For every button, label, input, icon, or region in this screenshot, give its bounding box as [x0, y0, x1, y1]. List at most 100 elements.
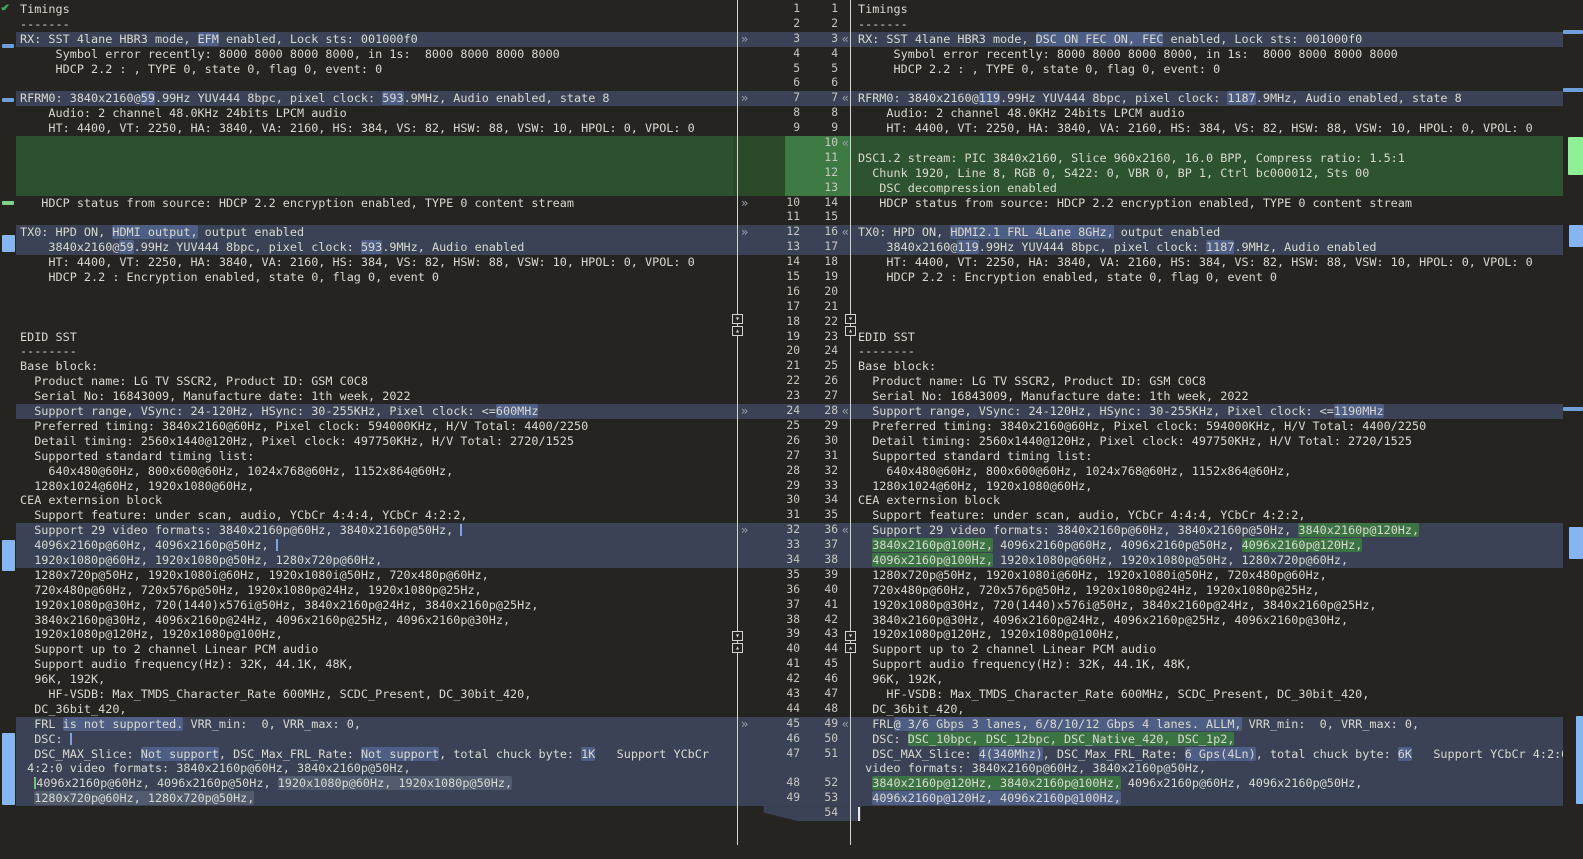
scrollmap-marker[interactable] — [1569, 527, 1583, 559]
code-line[interactable]: Supported standard timing list: — [851, 449, 1563, 464]
code-line[interactable]: HDCP status from source: HDCP 2.2 encryp… — [851, 196, 1563, 211]
code-line[interactable]: CEA externsion block — [16, 493, 733, 508]
code-line[interactable]: 1920x1080p@60Hz, 1920x1080p@50Hz, 1280x7… — [16, 552, 733, 568]
code-line[interactable]: RX: SST 4lane HBR3 mode, DSC ON FEC ON, … — [851, 31, 1563, 47]
code-line[interactable]: Support up to 2 channel Linear PCM audio — [16, 642, 733, 657]
code-line[interactable]: 1920x1080p@120Hz, 1920x1080p@100Hz, — [851, 627, 1563, 642]
change-marker[interactable] — [2, 235, 15, 252]
code-line[interactable]: 1920x1080p@30Hz, 720(1440)x576i@50Hz, 38… — [16, 598, 733, 613]
code-line[interactable]: DSC_MAX_Slice: Not support, DSC_Max_FRL_… — [16, 746, 733, 762]
code-line[interactable]: 3840x2160@119.99Hz YUV444 8bpc, pixel cl… — [851, 240, 1563, 256]
scrollmap-marker[interactable] — [1563, 88, 1583, 92]
code-line[interactable]: EDID SST — [16, 330, 733, 345]
code-line[interactable]: FRL@ 3/6 Gbps 3 lanes, 6/8/10/12 Gbps 4 … — [851, 716, 1563, 732]
fold-region-icon[interactable]: ▾ — [732, 631, 743, 641]
fold-region-icon[interactable]: ▾ — [732, 314, 743, 324]
left-editor-pane[interactable]: Timings ------- RX: SST 4lane HBR3 mode, E… — [16, 0, 733, 859]
code-line[interactable]: 640x480@60Hz, 800x600@60Hz, 1024x768@60H… — [851, 464, 1563, 479]
fold-region-icon[interactable]: ▴ — [845, 643, 856, 653]
code-line[interactable]: 1280x720p@50Hz, 1920x1080i@60Hz, 1920x10… — [16, 568, 733, 583]
code-line[interactable]: Support audio frequency(Hz): 32K, 44.1K,… — [851, 657, 1563, 672]
right-scroll-ruler[interactable] — [1563, 0, 1583, 859]
code-line[interactable]: -------- — [16, 344, 733, 359]
code-line[interactable]: 640x480@60Hz, 800x600@60Hz, 1024x768@60H… — [16, 464, 733, 479]
code-line[interactable] — [851, 76, 1563, 91]
code-line[interactable]: 4096x2160p@60Hz, 4096x2160p@50Hz, 1920x1… — [16, 776, 733, 792]
code-line[interactable]: RFRM0: 3840x2160@119.99Hz YUV444 8bpc, p… — [851, 91, 1563, 107]
code-line[interactable]: 720x480p@60Hz, 720x576p@50Hz, 1920x1080p… — [851, 583, 1563, 598]
code-line[interactable]: 4:2:0 video formats: 3840x2160p@60Hz, 38… — [16, 761, 733, 777]
code-line[interactable]: RFRM0: 3840x2160@59.99Hz YUV444 8bpc, pi… — [16, 91, 733, 107]
code-line[interactable]: 1280x720p@50Hz, 1920x1080i@60Hz, 1920x10… — [851, 568, 1563, 583]
code-line[interactable]: 4096x2160p@60Hz, 4096x2160p@50Hz, — [16, 538, 733, 553]
right-editor-pane[interactable]: Timings ------- RX: SST 4lane HBR3 mode, D… — [851, 0, 1563, 859]
fold-region-icon[interactable]: ▴ — [732, 643, 743, 653]
scrollmap-marker[interactable] — [1563, 407, 1583, 411]
code-line[interactable]: HF-VSDB: Max_TMDS_Character_Rate 600MHz,… — [16, 687, 733, 702]
code-line[interactable]: HT: 4400, VT: 2250, HA: 3840, VA: 2160, … — [16, 121, 733, 136]
code-line[interactable]: Audio: 2 channel 48.0KHz 24bits LPCM aud… — [851, 106, 1563, 121]
code-line[interactable]: Support 29 video formats: 3840x2160p@60H… — [16, 523, 733, 539]
code-line[interactable]: Support range, VSync: 24-120Hz, HSync: 3… — [16, 404, 733, 419]
code-line[interactable]: DSC decompression enabled — [851, 180, 1563, 196]
code-line[interactable]: Audio: 2 channel 48.0KHz 24bits LPCM aud… — [16, 106, 733, 121]
change-marker[interactable] — [2, 98, 14, 102]
scrollmap-marker[interactable] — [1569, 225, 1583, 247]
code-line[interactable] — [851, 136, 1563, 151]
code-line[interactable]: HDCP 2.2 : , TYPE 0, state 0, flag 0, ev… — [16, 62, 733, 77]
code-line[interactable] — [16, 180, 733, 196]
code-line[interactable]: Chunk 1920, Line 8, RGB 0, S422: 0, VBR … — [851, 165, 1563, 181]
code-line[interactable]: Preferred timing: 3840x2160@60Hz, Pixel … — [851, 419, 1563, 434]
code-line[interactable]: Support range, VSync: 24-120Hz, HSync: 3… — [851, 404, 1563, 419]
code-line[interactable]: Serial No: 16843009, Manufacture date: 1… — [851, 389, 1563, 404]
code-line[interactable]: ------- — [16, 17, 733, 32]
code-line[interactable]: Detail timing: 2560x1440@120Hz, Pixel cl… — [851, 434, 1563, 449]
code-line[interactable]: TX0: HPD ON, HDMI output, output enabled — [16, 225, 733, 241]
scrollmap-marker[interactable] — [1568, 137, 1583, 175]
code-line[interactable]: 720x480p@60Hz, 720x576p@50Hz, 1920x1080p… — [16, 583, 733, 598]
code-line[interactable] — [16, 150, 733, 166]
code-line[interactable] — [16, 806, 733, 821]
code-line[interactable]: 96K, 192K, — [16, 672, 733, 687]
code-line[interactable]: Timings — [851, 2, 1563, 17]
code-line[interactable]: 3840x2160p@100Hz, 4096x2160p@60Hz, 4096x… — [851, 538, 1563, 553]
code-line[interactable]: HDCP status from source: HDCP 2.2 encryp… — [16, 196, 733, 211]
code-line[interactable]: DSC: DSC_10bpc, DSC_12bpc, DSC_Native_42… — [851, 731, 1563, 747]
code-line[interactable]: FRL is not supported. VRR_min: 0, VRR_ma… — [16, 716, 733, 732]
code-line[interactable] — [16, 165, 733, 181]
code-line[interactable] — [851, 315, 1563, 330]
code-line[interactable] — [16, 315, 733, 330]
code-line[interactable]: Detail timing: 2560x1440@120Hz, Pixel cl… — [16, 434, 733, 449]
code-line[interactable]: Serial No: 16843009, Manufacture date: 1… — [16, 389, 733, 404]
code-line[interactable]: 1280x720p@60Hz, 1280x720p@50Hz, — [16, 791, 733, 807]
code-line[interactable]: RX: SST 4lane HBR3 mode, EFM enabled, Lo… — [16, 31, 733, 47]
code-line[interactable]: -------- — [851, 344, 1563, 359]
code-line[interactable]: Symbol error recently: 8000 8000 8000 80… — [851, 47, 1563, 62]
code-line[interactable]: Product name: LG TV SSCR2, Product ID: G… — [851, 374, 1563, 389]
code-line[interactable] — [16, 76, 733, 91]
code-line[interactable] — [16, 210, 733, 225]
code-line[interactable]: HT: 4400, VT: 2250, HA: 3840, VA: 2160, … — [16, 255, 733, 270]
code-line[interactable]: 4096x2160p@100Hz, 1920x1080p@60Hz, 1920x… — [851, 552, 1563, 568]
code-line[interactable]: Support up to 2 channel Linear PCM audio — [851, 642, 1563, 657]
code-line[interactable]: video formats: 3840x2160p@60Hz, 3840x216… — [851, 761, 1563, 777]
change-marker[interactable] — [2, 733, 15, 805]
code-line[interactable] — [851, 210, 1563, 225]
code-line[interactable]: Supported standard timing list: — [16, 449, 733, 464]
code-line[interactable]: 4096x2160p@120Hz, 4096x2160p@100Hz, — [851, 791, 1563, 807]
scrollmap-marker[interactable] — [1576, 716, 1583, 804]
code-line[interactable]: Product name: LG TV SSCR2, Product ID: G… — [16, 374, 733, 389]
code-line[interactable] — [851, 806, 1563, 821]
code-line[interactable] — [16, 136, 733, 151]
code-line[interactable]: DC_36bit_420, — [851, 702, 1563, 717]
code-line[interactable]: DSC_MAX_Slice: 4(340Mhz), DSC_Max_FRL_Ra… — [851, 746, 1563, 762]
code-line[interactable]: EDID SST — [851, 330, 1563, 345]
change-marker[interactable] — [2, 44, 14, 48]
scrollmap-marker[interactable] — [1563, 30, 1583, 34]
code-line[interactable] — [851, 285, 1563, 300]
fold-region-icon[interactable]: ▾ — [845, 631, 856, 641]
change-marker[interactable] — [2, 201, 14, 205]
change-marker[interactable] — [2, 540, 15, 571]
code-line[interactable]: Support feature: under scan, audio, YCbC… — [851, 508, 1563, 523]
code-line[interactable]: 1280x1024@60Hz, 1920x1080@60Hz, — [851, 479, 1563, 494]
